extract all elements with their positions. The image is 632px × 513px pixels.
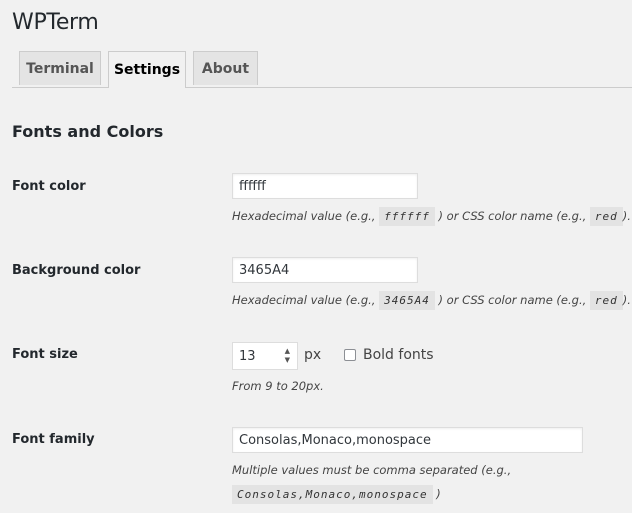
spinner[interactable]: ▲ ▼	[285, 347, 290, 365]
desc-code: red	[589, 291, 623, 310]
font-color-input[interactable]: ffffff	[232, 173, 418, 199]
font-color-value: ffffff	[239, 178, 266, 194]
font-size-description: From 9 to 20px.	[232, 379, 324, 393]
font-family-label: Font family	[12, 432, 95, 447]
desc-text: ) or CSS color name (e.g.,	[438, 293, 587, 307]
desc-code: ffffff	[379, 207, 435, 226]
desc-text: Hexadecimal value (e.g.,	[232, 209, 376, 223]
app-title: WPTerm	[12, 10, 99, 35]
desc-text: ) or CSS color name (e.g.,	[438, 209, 587, 223]
background-color-label: Background color	[12, 263, 141, 278]
desc-code: 3465A4	[379, 291, 435, 310]
font-size-unit: px	[304, 347, 322, 363]
background-color-description: Hexadecimal value (e.g., 3465A4 ) or CSS…	[232, 288, 631, 313]
desc-code: red	[589, 207, 623, 226]
font-family-description: Multiple values must be comma separated …	[232, 458, 592, 507]
desc-code: Consolas,Monaco,monospace	[232, 485, 433, 504]
desc-text: ).	[622, 209, 631, 223]
font-family-input[interactable]: Consolas,Monaco,monospace	[232, 427, 583, 453]
bold-fonts-checkbox[interactable]	[344, 349, 356, 361]
font-color-label: Font color	[12, 179, 86, 194]
tab-settings[interactable]: Settings	[108, 51, 186, 88]
font-family-value: Consolas,Monaco,monospace	[239, 432, 432, 448]
tab-bar: Terminal Settings About	[12, 51, 632, 88]
desc-text: ).	[622, 293, 631, 307]
desc-text: )	[436, 487, 441, 501]
bold-fonts-label[interactable]: Bold fonts	[363, 347, 434, 363]
desc-text: Hexadecimal value (e.g.,	[232, 293, 376, 307]
section-title: Fonts and Colors	[12, 122, 164, 141]
font-color-description: Hexadecimal value (e.g., ffffff ) or CSS…	[232, 204, 631, 229]
tab-terminal[interactable]: Terminal	[19, 51, 101, 85]
font-size-input[interactable]: 13 ▲ ▼	[232, 342, 298, 370]
spinner-down-icon[interactable]: ▼	[285, 356, 290, 365]
background-color-value: 3465A4	[239, 262, 290, 278]
font-size-value: 13	[239, 348, 256, 364]
tab-about[interactable]: About	[193, 51, 258, 85]
spinner-up-icon[interactable]: ▲	[285, 347, 290, 356]
background-color-input[interactable]: 3465A4	[232, 257, 418, 283]
desc-text: Multiple values must be comma separated …	[232, 463, 512, 477]
font-size-label: Font size	[12, 347, 78, 362]
